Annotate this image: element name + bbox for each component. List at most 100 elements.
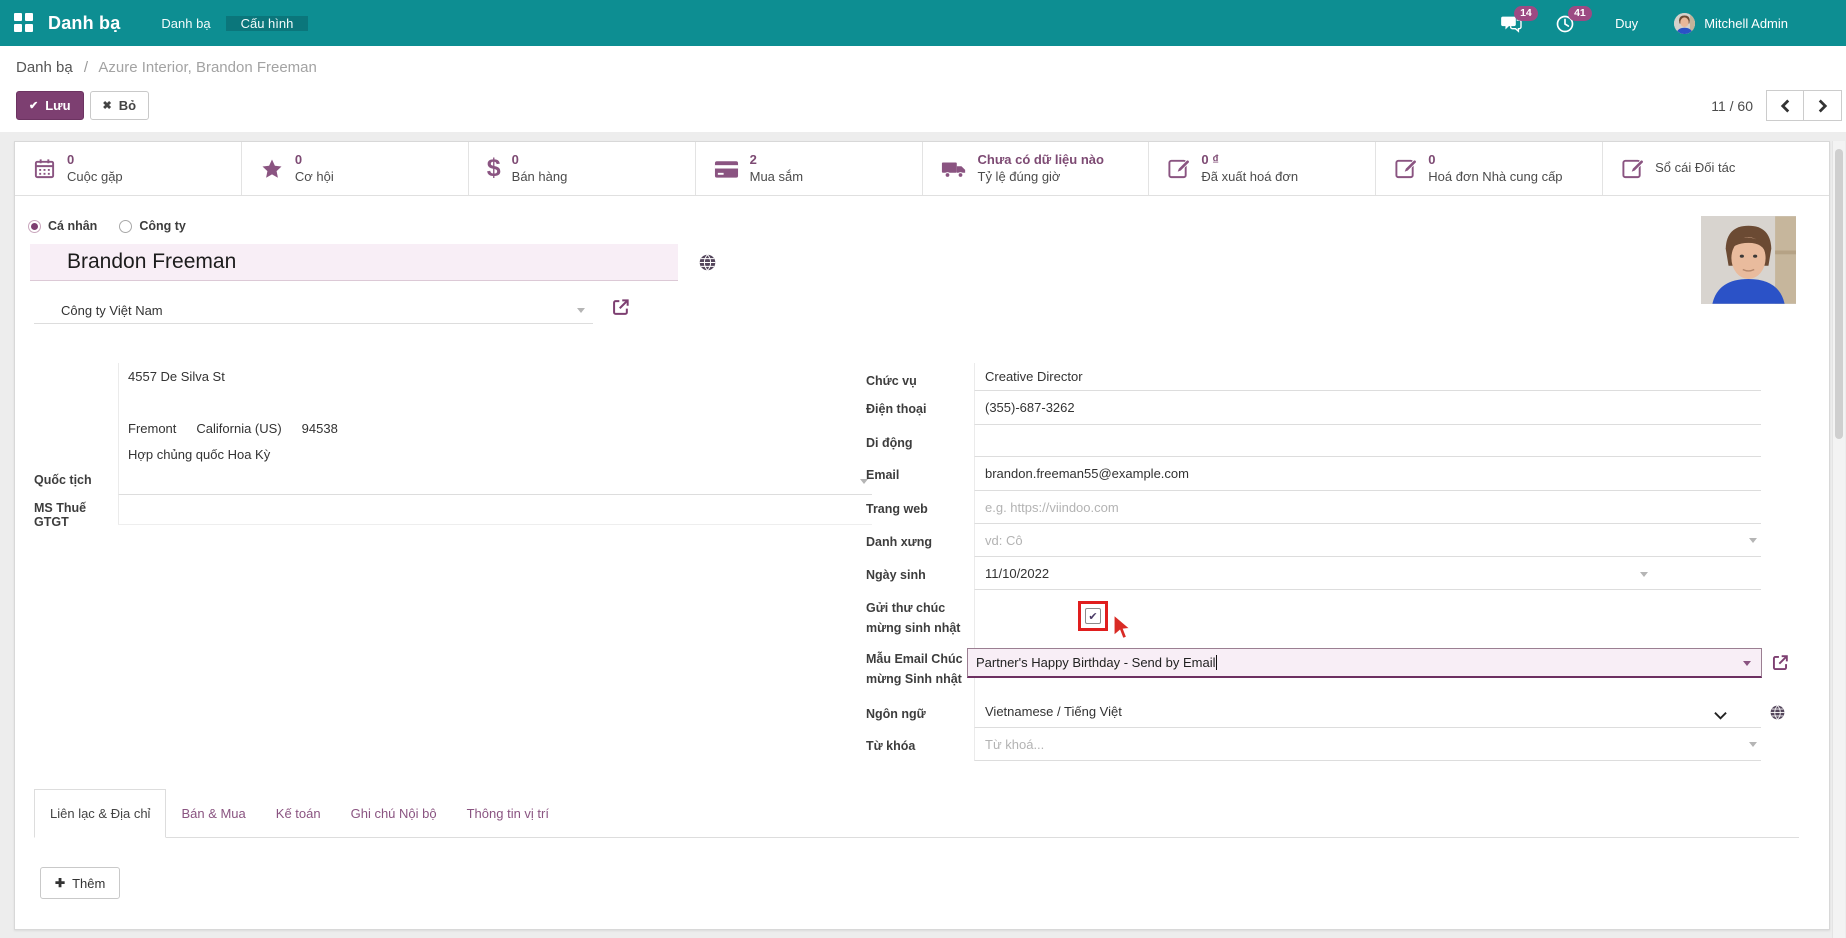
language-field[interactable]: Vietnamese / Tiếng Việt	[974, 696, 1761, 728]
email-label: Email	[866, 457, 974, 491]
address-group: 4557 De Silva St Fremont California (US)…	[34, 363, 872, 525]
vat-field[interactable]	[118, 495, 872, 525]
tags-row: Từ khóa Từ khoá...	[866, 728, 1826, 761]
country-value[interactable]: Hợp chủng quốc Hoa Kỳ	[118, 441, 872, 467]
street2-value[interactable]	[118, 389, 872, 415]
tags-label: Từ khóa	[866, 728, 974, 761]
chevron-down-icon[interactable]	[1743, 661, 1751, 670]
website-label: Trang web	[866, 491, 974, 524]
phone-field[interactable]: (355)-687-3262	[974, 391, 1761, 425]
globe-icon[interactable]	[699, 254, 716, 271]
star-icon	[260, 157, 284, 181]
stat-value: 0	[67, 152, 123, 169]
tags-field[interactable]: Từ khoá...	[974, 728, 1761, 761]
activities-badge: 41	[1568, 6, 1592, 21]
city-value[interactable]: Fremont	[128, 421, 176, 436]
chevron-down-icon[interactable]	[1749, 538, 1757, 547]
stat-button-on-time-rate[interactable]: Chưa có dữ liệu nàoTỷ lệ đúng giờ	[923, 142, 1150, 195]
contact-name-input[interactable]: Brandon Freeman	[30, 244, 678, 281]
radio-company[interactable]: Công ty	[119, 219, 186, 233]
navbar-right: 14 41 Duy Mitchell Admin	[1473, 0, 1846, 46]
language-label: Ngôn ngữ	[866, 696, 974, 728]
app-brand[interactable]: Danh bạ	[48, 13, 120, 34]
tab-contacts-addresses[interactable]: Liên lạc & Địa chỉ	[34, 789, 166, 838]
messages-menu[interactable]: 14	[1501, 10, 1527, 36]
check-icon: ✔	[29, 99, 38, 112]
stat-button-partner-ledger[interactable]: Sổ cái Đối tác	[1603, 142, 1829, 195]
company-type-radios: Cá nhân Công ty	[28, 219, 186, 233]
stat-value: 0 ₫	[1201, 152, 1298, 169]
stat-label: Sổ cái Đối tác	[1655, 160, 1735, 177]
vertical-scrollbar[interactable]	[1832, 141, 1845, 938]
stat-button-meetings[interactable]: 0Cuộc gặp	[15, 142, 242, 195]
job-label: Chức vụ	[866, 363, 974, 391]
chevron-down-icon[interactable]	[577, 308, 585, 317]
pager-next-button[interactable]	[1804, 90, 1842, 121]
stat-button-invoiced[interactable]: 0 ₫Đã xuất hoá đơn	[1149, 142, 1376, 195]
stat-button-bar: 0Cuộc gặp 0Cơ hội $ 0Bán hàng 2Mua sắm C…	[15, 142, 1829, 196]
chevron-down-icon[interactable]	[1714, 708, 1727, 723]
stat-label: Cuộc gặp	[67, 169, 123, 186]
globe-icon[interactable]	[1770, 696, 1785, 728]
stat-button-opportunities[interactable]: 0Cơ hội	[242, 142, 469, 195]
tab-sales-purchase[interactable]: Bán & Mua	[166, 789, 260, 837]
discard-button[interactable]: ✖Bỏ	[90, 91, 150, 120]
stat-button-purchases[interactable]: 2Mua sắm	[696, 142, 923, 195]
email-field[interactable]: brandon.freeman55@example.com	[974, 457, 1761, 491]
form-buttons: ✔Lưu ✖Bỏ	[16, 91, 149, 120]
breadcrumb: Danh bạ / Azure Interior, Brandon Freema…	[16, 59, 317, 76]
birthday-template-field[interactable]: Partner's Happy Birthday - Send by Email	[967, 648, 1762, 678]
pager: 11 / 60	[1711, 90, 1842, 121]
parent-company-value: Công ty Việt Nam	[61, 303, 163, 318]
nationality-field[interactable]	[118, 467, 872, 495]
stat-value: 2	[750, 152, 803, 169]
mobile-field[interactable]	[974, 425, 1761, 457]
menu-danh-ba[interactable]: Danh bạ	[146, 16, 225, 31]
user-name[interactable]: Mitchell Admin	[1704, 16, 1788, 31]
chevron-down-icon[interactable]	[1640, 572, 1648, 581]
user-shortcut[interactable]: Duy	[1615, 16, 1638, 31]
street-value[interactable]: 4557 De Silva St	[118, 363, 872, 389]
job-field[interactable]: Creative Director	[974, 363, 1761, 391]
pager-previous-button[interactable]	[1766, 90, 1804, 121]
birthday-mail-checkbox[interactable]: ✔	[1085, 608, 1101, 624]
radio-individual[interactable]: Cá nhân	[28, 219, 97, 233]
birthdate-label: Ngày sinh	[866, 557, 974, 590]
city-row: Fremont California (US) 94538	[34, 415, 872, 441]
job-row: Chức vụ Creative Director	[866, 363, 1826, 391]
invoice-icon	[1394, 157, 1417, 180]
state-value[interactable]: California (US)	[196, 421, 281, 436]
external-link-icon[interactable]	[611, 297, 631, 317]
nationality-row: Quốc tịch	[34, 467, 872, 495]
zip-value[interactable]: 94538	[302, 421, 338, 436]
apps-menu-icon[interactable]	[14, 13, 34, 33]
activities-menu[interactable]: 41	[1555, 10, 1581, 36]
tab-accounting[interactable]: Kế toán	[261, 789, 336, 837]
language-value: Vietnamese / Tiếng Việt	[985, 704, 1122, 719]
stat-label: Mua sắm	[750, 169, 803, 186]
stat-label: Cơ hội	[295, 169, 334, 186]
stat-button-vendor-bills[interactable]: 0Hoá đơn Nhà cung cấp	[1376, 142, 1603, 195]
stat-label: Đã xuất hoá đơn	[1201, 169, 1298, 186]
scrollbar-thumb[interactable]	[1835, 149, 1843, 439]
calendar-icon	[33, 157, 56, 180]
tab-internal-notes[interactable]: Ghi chú Nội bộ	[336, 789, 452, 837]
tab-location-info[interactable]: Thông tin vị trí	[452, 789, 564, 837]
title-field[interactable]: vd: Cô	[974, 524, 1761, 557]
chevron-down-icon[interactable]	[1749, 742, 1757, 751]
form-sheet: 0Cuộc gặp 0Cơ hội $ 0Bán hàng 2Mua sắm C…	[14, 141, 1830, 930]
breadcrumb-current: Azure Interior, Brandon Freeman	[98, 59, 316, 76]
add-record-button[interactable]: ✚ Thêm	[40, 867, 120, 899]
menu-cau-hinh[interactable]: Cấu hình	[226, 16, 309, 31]
external-link-icon[interactable]	[1771, 653, 1790, 672]
stat-button-sales[interactable]: $ 0Bán hàng	[469, 142, 696, 195]
parent-company-field[interactable]: Công ty Việt Nam	[34, 297, 593, 324]
website-field[interactable]: e.g. https://viindoo.com	[974, 491, 1761, 524]
user-avatar[interactable]	[1674, 13, 1695, 34]
contact-photo[interactable]	[1701, 216, 1796, 304]
save-button[interactable]: ✔Lưu	[16, 91, 84, 120]
breadcrumb-parent[interactable]: Danh bạ	[16, 59, 73, 76]
phone-label: Điện thoại	[866, 391, 974, 425]
stat-label: Hoá đơn Nhà cung cấp	[1428, 169, 1562, 186]
vat-row: MS Thuế GTGT	[34, 495, 872, 525]
